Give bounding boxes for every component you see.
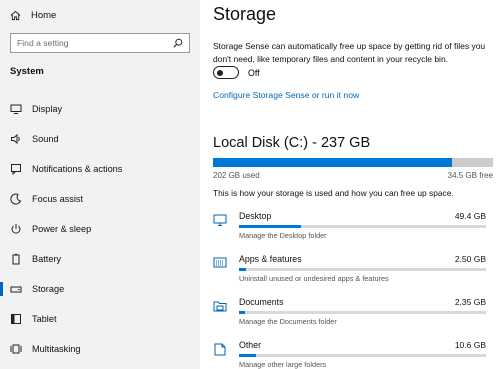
sidebar-item-power[interactable]: Power & sleep: [0, 214, 200, 244]
category-documents[interactable]: Documents 2.35 GB Manage the Documents f…: [213, 297, 493, 331]
sidebar-item-tablet[interactable]: Tablet: [0, 304, 200, 334]
storage-info-text: This is how your storage is used and how…: [213, 188, 454, 198]
configure-storage-sense-link[interactable]: Configure Storage Sense or run it now: [213, 90, 359, 100]
focus-assist-icon: [10, 193, 22, 205]
tablet-icon: [11, 314, 21, 324]
disk-free-label: 34.5 GB free: [447, 171, 493, 180]
sound-icon: [11, 133, 20, 145]
disk-title: Local Disk (C:) - 237 GB: [213, 135, 371, 151]
category-bar-fill: [239, 268, 247, 271]
power-icon: [11, 224, 21, 234]
storage-sense-toggle-row: Off: [213, 66, 260, 79]
display-icon: [10, 104, 22, 114]
page-title: Storage: [213, 4, 277, 24]
category-size: 10.6 GB: [454, 340, 486, 350]
home-nav-item[interactable]: Home: [10, 6, 56, 24]
storage-sense-toggle[interactable]: [213, 66, 239, 79]
sidebar-item-storage[interactable]: Storage: [0, 274, 200, 304]
home-label: Home: [31, 9, 57, 21]
sidebar-item-label: Tablet: [32, 314, 57, 324]
sidebar-item-sound[interactable]: Sound: [0, 124, 200, 154]
category-bar-fill: [239, 311, 246, 314]
category-subtitle: Manage the Desktop folder: [239, 231, 327, 240]
category-subtitle: Uninstall unused or undesired apps & fea…: [239, 274, 389, 283]
sidebar-item-label: Multitasking: [32, 344, 81, 354]
category-subtitle: Manage the Documents folder: [239, 317, 337, 326]
category-size: 49.4 GB: [454, 211, 486, 221]
sidebar-item-label: Notifications & actions: [32, 164, 123, 174]
disk-usage-bar: [213, 158, 493, 167]
category-other[interactable]: Other 10.6 GB Manage other large folders: [213, 340, 493, 369]
category-bar-fill: [239, 225, 301, 228]
sidebar-item-label: Focus assist: [32, 194, 84, 204]
sidebar: Home System Display Sound Notifications …: [0, 0, 200, 369]
sidebar-item-label: Sound: [32, 134, 59, 144]
category-bar-fill: [239, 354, 257, 357]
disk-usage-bar-fill: [213, 158, 453, 167]
category-bar: [239, 311, 486, 314]
category-bar: [239, 268, 486, 271]
category-bar: [239, 225, 486, 228]
disk-used-label: 202 GB used: [213, 171, 260, 180]
sidebar-item-label: Power & sleep: [32, 224, 92, 234]
documents-icon: [213, 301, 227, 312]
sidebar-item-focus-assist[interactable]: Focus assist: [0, 184, 200, 214]
category-name: Apps & features: [239, 254, 302, 264]
storage-sense-description: Storage Sense can automatically free up …: [213, 41, 486, 64]
search-input[interactable]: [17, 38, 173, 48]
search-icon[interactable]: [173, 38, 183, 48]
sidebar-item-label: Storage: [32, 284, 65, 294]
category-name: Other: [239, 340, 262, 350]
category-name: Documents: [239, 297, 284, 307]
sidebar-nav: Display Sound Notifications & actions Fo…: [0, 94, 200, 364]
sidebar-item-label: Battery: [32, 254, 62, 264]
apps-icon: [213, 257, 227, 268]
category-size: 2.50 GB: [454, 254, 486, 264]
other-icon: [214, 343, 226, 356]
search-box[interactable]: [10, 33, 190, 53]
category-apps[interactable]: Apps & features 2.50 GB Uninstall unused…: [213, 254, 493, 288]
toggle-state-label: Off: [248, 67, 260, 78]
sidebar-item-label: Display: [32, 104, 63, 114]
section-title: System: [10, 66, 44, 77]
desktop-icon: [213, 214, 227, 226]
category-name: Desktop: [239, 211, 272, 221]
category-bar: [239, 354, 486, 357]
sidebar-item-battery[interactable]: Battery: [0, 244, 200, 274]
category-desktop[interactable]: Desktop 49.4 GB Manage the Desktop folde…: [213, 211, 493, 245]
notifications-icon: [11, 164, 21, 175]
multitasking-icon: [10, 344, 22, 354]
sidebar-item-display[interactable]: Display: [0, 94, 200, 124]
battery-icon: [12, 253, 20, 265]
sidebar-item-multitasking[interactable]: Multitasking: [0, 334, 200, 364]
main-content: Storage Storage Sense can automatically …: [200, 0, 500, 369]
storage-icon: [10, 286, 22, 293]
home-icon: [10, 10, 21, 20]
sidebar-item-notifications[interactable]: Notifications & actions: [0, 154, 200, 184]
category-subtitle: Manage other large folders: [239, 360, 327, 369]
category-size: 2.35 GB: [454, 297, 486, 307]
